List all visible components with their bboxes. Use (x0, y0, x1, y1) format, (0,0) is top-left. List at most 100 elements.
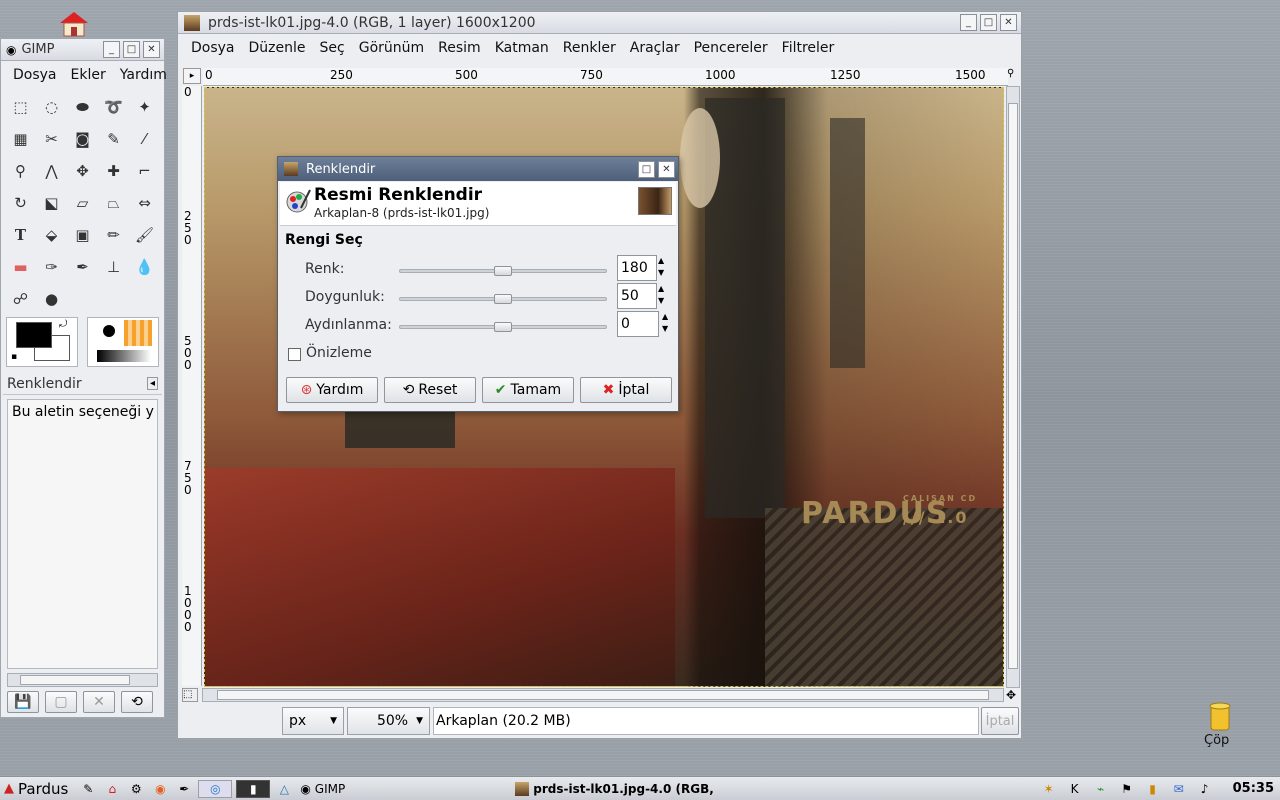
volume-icon[interactable]: ♪ (1195, 780, 1215, 798)
lasso-icon[interactable]: ➰ (98, 91, 129, 123)
saturation-spin-arrows[interactable]: ▲ ▼ (658, 283, 664, 307)
menu-arrow-button[interactable]: ▸ (183, 68, 201, 84)
move-icon[interactable]: ✥ (67, 155, 98, 187)
menu-sec[interactable]: Seç (313, 40, 352, 56)
foreground-select-icon[interactable]: ◙ (67, 123, 98, 155)
menu-resim[interactable]: Resim (431, 40, 488, 56)
rect-select-icon[interactable]: ⬚ (5, 91, 36, 123)
task-image[interactable]: prds-ist-lk01.jpg-4.0 (RGB, (515, 781, 714, 796)
close-button[interactable]: ✕ (143, 41, 160, 58)
mail-icon[interactable]: ✉ (1169, 780, 1189, 798)
feather-icon[interactable]: ✎ (78, 780, 98, 798)
desktop-2-icon[interactable]: ▮ (236, 779, 271, 798)
menu-gorunum[interactable]: Görünüm (352, 40, 431, 56)
home-folder-icon[interactable]: ⌂ (102, 780, 122, 798)
close-button[interactable]: ✕ (658, 160, 675, 178)
navigate-icon[interactable]: ✥ (1006, 688, 1020, 702)
image-window-titlebar[interactable]: prds-ist-lk01.jpg-4.0 (RGB, 1 layer) 160… (178, 12, 1021, 34)
task-gimp[interactable]: ◉ GIMP (300, 782, 345, 796)
lightness-slider-knob[interactable] (494, 322, 512, 332)
menu-ekler[interactable]: Ekler (64, 67, 113, 83)
menu-yardim[interactable]: Yardım (113, 67, 174, 83)
ink-icon[interactable]: ✒ (67, 251, 98, 283)
pattern-preview[interactable] (124, 320, 152, 346)
saturation-slider-knob[interactable] (494, 294, 512, 304)
minimize-button[interactable]: _ (960, 14, 977, 31)
paintbrush-icon[interactable]: 🖌 (129, 219, 160, 251)
restore-options-button[interactable]: ▢ (45, 691, 77, 713)
maximize-button[interactable]: □ (980, 14, 997, 31)
start-menu-button[interactable]: ▲ Pardus (0, 780, 68, 798)
scissors-icon[interactable]: ✂ (36, 123, 67, 155)
bucket-fill-icon[interactable]: ⬙ (36, 219, 67, 251)
firefox-icon[interactable]: ◉ (150, 780, 170, 798)
menu-filtreler[interactable]: Filtreler (775, 40, 842, 56)
menu-pencereler[interactable]: Pencereler (687, 40, 775, 56)
horizontal-scrollbar[interactable] (202, 688, 1004, 702)
text-icon[interactable]: T (5, 219, 36, 251)
paths-icon[interactable]: ✎ (98, 123, 129, 155)
smudge-icon[interactable]: ☍ (5, 283, 36, 315)
fuzzy-select-icon[interactable]: ✦ (129, 91, 160, 123)
menu-dosya[interactable]: Dosya (184, 40, 242, 56)
cancel-button[interactable]: ✖ İptal (580, 377, 672, 403)
color-picker-icon[interactable]: ⁄ (129, 123, 160, 155)
desktop-1-icon[interactable]: ◎ (198, 779, 233, 798)
menu-renkler[interactable]: Renkler (556, 40, 623, 56)
konqueror-icon[interactable]: ⚙ (126, 780, 146, 798)
tray-package-icon[interactable]: ⚑ (1117, 780, 1137, 798)
ok-button[interactable]: ✔ Tamam (482, 377, 574, 403)
menu-dosya[interactable]: Dosya (6, 67, 64, 83)
free-select-icon[interactable]: ⬬ (67, 91, 98, 123)
reset-button[interactable]: ⟲ Reset (384, 377, 476, 403)
ellipse-select-icon[interactable]: ◌ (36, 91, 67, 123)
delete-options-button[interactable]: ✕ (83, 691, 115, 713)
unit-select[interactable]: px ▼ (282, 707, 344, 735)
dodge-burn-icon[interactable]: ● (36, 283, 67, 315)
blend-icon[interactable]: ▣ (67, 219, 98, 251)
hue-spinbutton[interactable]: 180 (617, 255, 657, 281)
select-by-color-icon[interactable]: ▦ (5, 123, 36, 155)
clock[interactable]: 05:35 (1233, 781, 1274, 796)
dialog-titlebar[interactable]: Renklendir □ ✕ (278, 157, 678, 181)
home-icon[interactable] (58, 10, 90, 38)
toolbox-titlebar[interactable]: ◉ GIMP _ □ ✕ (1, 39, 164, 61)
kde-icon[interactable]: K (1065, 780, 1085, 798)
clone-icon[interactable]: ⊥ (98, 251, 129, 283)
help-button[interactable]: ⊛ Yardım (286, 377, 378, 403)
preview-checkbox[interactable] (288, 348, 301, 361)
lightness-spin-arrows[interactable]: ▲ ▼ (662, 311, 668, 335)
brush-preview-icon[interactable] (103, 325, 115, 337)
scale-icon[interactable]: ⬕ (36, 187, 67, 219)
pencil-icon[interactable]: ✏ (98, 219, 129, 251)
minimize-button[interactable]: _ (103, 41, 120, 58)
eraser-icon[interactable]: ▬ (5, 251, 36, 283)
save-options-button[interactable]: 💾 (7, 691, 39, 713)
maximize-button[interactable]: □ (638, 160, 655, 178)
menu-duzenle[interactable]: Düzenle (242, 40, 313, 56)
tool-options-hscrollbar[interactable] (7, 673, 158, 687)
trash-icon[interactable] (1200, 698, 1240, 734)
default-colors-icon[interactable]: ▪ (11, 352, 17, 362)
menu-katman[interactable]: Katman (488, 40, 556, 56)
close-button[interactable]: ✕ (1000, 14, 1017, 31)
flip-icon[interactable]: ⇔ (129, 187, 160, 219)
vertical-scrollbar[interactable] (1006, 86, 1020, 688)
airbrush-icon[interactable]: ✑ (36, 251, 67, 283)
preview-label[interactable]: Önizleme (306, 345, 372, 361)
office-icon[interactable]: ✒ (174, 780, 194, 798)
menu-araclar[interactable]: Araçlar (623, 40, 687, 56)
perspective-icon[interactable]: ⏢ (98, 187, 129, 219)
gradient-preview[interactable] (97, 350, 151, 362)
foreground-color-swatch[interactable] (16, 322, 52, 348)
hue-slider-knob[interactable] (494, 266, 512, 276)
zoom-icon[interactable]: ⚲ (5, 155, 36, 187)
align-icon[interactable]: ✚ (98, 155, 129, 187)
rotate-icon[interactable]: ↻ (5, 187, 36, 219)
saturation-spinbutton[interactable]: 50 (617, 283, 657, 309)
maximize-button[interactable]: □ (123, 41, 140, 58)
lightness-spinbutton[interactable]: 0 (617, 311, 659, 337)
reset-options-button[interactable]: ⟲ (121, 691, 153, 713)
panel-menu-icon[interactable]: ◂ (146, 377, 158, 390)
measure-icon[interactable]: ⋀ (36, 155, 67, 187)
